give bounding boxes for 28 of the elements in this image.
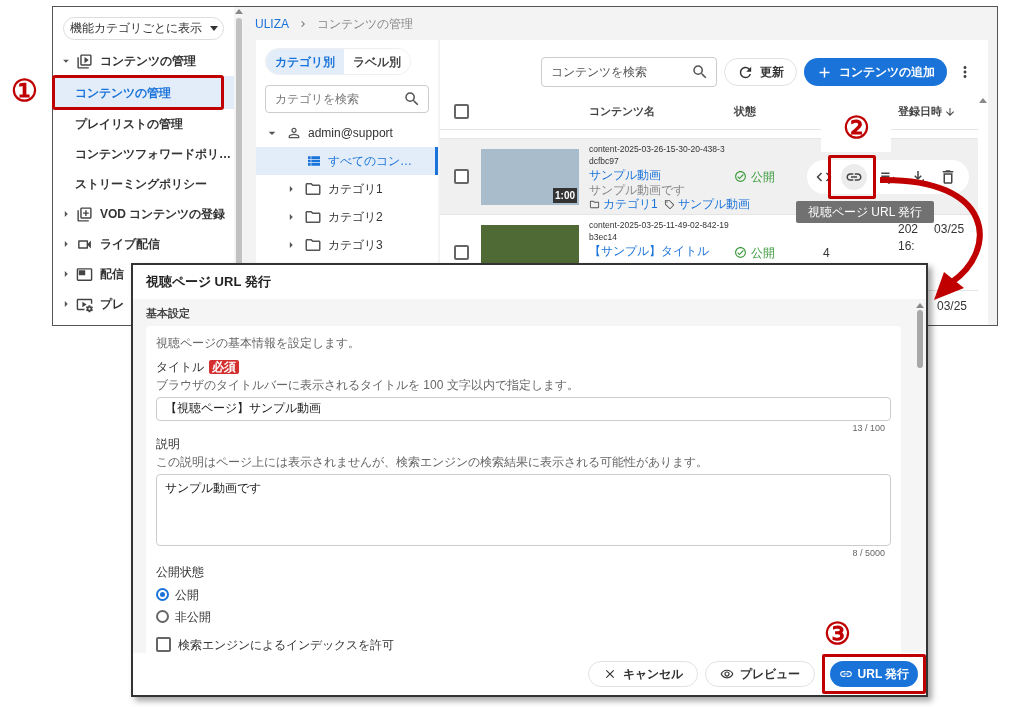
date-cell: 202 [898, 221, 919, 238]
checkbox-label: 検索エンジンによるインデックスを許可 [178, 636, 394, 653]
time-cell-text: 16: [898, 238, 916, 255]
content-description: サンプル動画です [589, 183, 686, 197]
date-cell: 03/25 [934, 221, 965, 238]
dialog-title: 視聴ページ URL 発行 [146, 273, 271, 292]
character-counter: 13 / 100 [852, 421, 885, 435]
field-hint: ブラウザのタイトルバーに表示されるタイトルを 100 文字以内で指定します。 [156, 376, 580, 394]
radio-label: 公開 [175, 586, 199, 604]
character-counter: 8 / 5000 [852, 547, 885, 560]
section-description: 視聴ページの基本情報を設定します。 [156, 334, 361, 352]
content-id: content-2025-03-26-15-30-20-438-3dcfbc97 [589, 143, 726, 167]
breadcrumb-current: コンテンツの管理 [317, 15, 413, 33]
section-heading: 基本設定 [146, 306, 191, 321]
radio-label: 非公開 [175, 608, 211, 626]
field-hint: この説明はページ上には表示されませんが、検索エンジンの検索結果に表示される可能性があります。 [156, 454, 709, 471]
field-label: 公開状態 [156, 563, 205, 581]
required-badge: 必須 [209, 359, 239, 374]
status-cell: 公開 [734, 243, 814, 262]
field-label: タイトル [156, 358, 204, 376]
field-label: 説明 [156, 436, 181, 453]
tooltip: 視聴ページ URL 発行 [796, 201, 935, 223]
duration-label: 1:00 [553, 187, 577, 203]
step-number: ① [11, 76, 38, 106]
content-id: content-2025-03-25-11-49-02-842-19b3ec14 [589, 219, 729, 243]
table-cell-text: 4 [823, 244, 831, 262]
step-number: ③ [824, 619, 851, 649]
table-cell-text: 03/25 [937, 298, 968, 315]
